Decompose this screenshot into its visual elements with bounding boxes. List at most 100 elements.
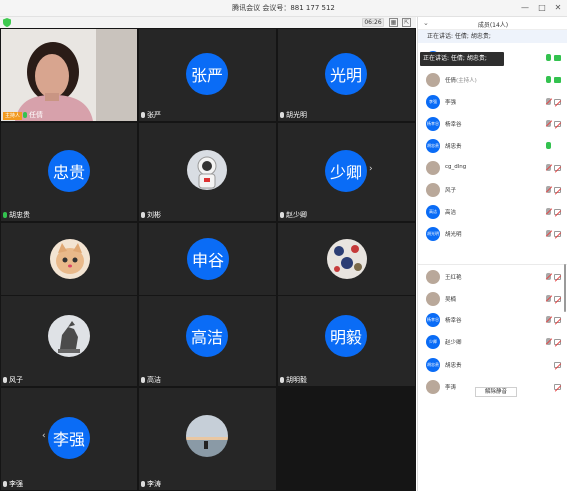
mic-muted-icon[interactable] bbox=[546, 338, 551, 345]
shield-icon[interactable] bbox=[3, 18, 11, 27]
camera-off-icon[interactable] bbox=[554, 384, 561, 390]
chevron-left-icon[interactable]: ‹ bbox=[42, 431, 46, 441]
avatar: 胡忠贵 bbox=[426, 358, 440, 372]
sunset-avatar bbox=[186, 415, 228, 457]
fullscreen-icon[interactable]: ⇱ bbox=[402, 18, 411, 27]
camera-off-icon[interactable] bbox=[554, 362, 561, 368]
window-title: 腾讯会议 会议号：881 177 512 bbox=[232, 4, 335, 12]
member-name-text: cg_dlng bbox=[445, 164, 467, 170]
avatar: 杨幸谷 bbox=[426, 117, 440, 131]
video-tile[interactable] bbox=[1, 223, 137, 295]
mic-on-icon[interactable] bbox=[546, 142, 551, 149]
video-tile[interactable]: 李强 ‹ 李强 bbox=[1, 388, 137, 490]
camera-off-icon[interactable] bbox=[554, 274, 561, 280]
speaking-tooltip: 正在讲话: 任倩; 胡忠贵; bbox=[420, 52, 504, 66]
video-tile[interactable]: 刘彬 bbox=[139, 123, 276, 221]
avatar bbox=[426, 183, 440, 197]
members-panel: ⌄ 成员(14人) 正在讲话: 任倩; 胡忠贵; 正在讲话: 任倩; 胡忠贵; … bbox=[417, 17, 567, 491]
video-tile[interactable]: 申谷 bbox=[139, 223, 276, 295]
tile-name-label: 胡忠贵 bbox=[3, 210, 30, 220]
camera-off-icon[interactable] bbox=[554, 231, 561, 237]
member-name-text: 杨幸谷 bbox=[445, 318, 462, 324]
member-row[interactable]: 胡忠贵 胡忠贵 bbox=[418, 354, 567, 376]
mic-muted-icon[interactable] bbox=[546, 230, 551, 237]
avatar: 光明 bbox=[325, 53, 367, 95]
member-row[interactable]: 少卿 赵少卿 bbox=[418, 331, 567, 353]
mic-muted-icon[interactable] bbox=[546, 208, 551, 215]
member-row[interactable]: 任倩(主持人) bbox=[418, 69, 567, 91]
maximize-icon[interactable]: □ bbox=[536, 2, 548, 14]
video-tile[interactable]: 光明 胡光明 bbox=[278, 29, 415, 121]
mic-muted-icon[interactable] bbox=[546, 186, 551, 193]
member-row[interactable]: 杨幸谷 杨幸谷 bbox=[418, 309, 567, 331]
member-name-text: 赵少卿 bbox=[445, 340, 462, 346]
video-tile[interactable]: 张严 张严 bbox=[139, 29, 276, 121]
camera-on-icon[interactable] bbox=[554, 55, 561, 61]
tile-name-label: 高洁 bbox=[141, 375, 161, 385]
gallery-view-icon[interactable]: ▦ bbox=[389, 18, 398, 27]
participant-name: 赵少卿 bbox=[286, 211, 307, 219]
avatar bbox=[426, 270, 440, 284]
scrollbar[interactable] bbox=[564, 264, 566, 312]
mic-muted-icon[interactable] bbox=[546, 295, 551, 302]
video-tile[interactable]: 高洁 高洁 bbox=[139, 296, 276, 386]
member-name: cg_dlng bbox=[445, 164, 466, 170]
camera-off-icon[interactable] bbox=[554, 296, 561, 302]
member-name: 赵少卿 bbox=[445, 338, 462, 346]
mic-muted-icon[interactable] bbox=[546, 164, 551, 171]
avatar: 张严 bbox=[186, 53, 228, 95]
video-tile[interactable]: 李涛 bbox=[139, 388, 276, 490]
video-tile[interactable]: 明毅 胡明毅 bbox=[278, 296, 415, 386]
unmute-all-button[interactable]: 解除静音 bbox=[475, 387, 517, 397]
chevron-right-icon[interactable]: › bbox=[369, 164, 373, 174]
member-row[interactable]: cg_dlng bbox=[418, 157, 567, 179]
camera-feed bbox=[1, 29, 137, 121]
video-tile[interactable] bbox=[278, 223, 415, 295]
member-row[interactable]: 王红艳 bbox=[418, 266, 567, 288]
participant-name: 李强 bbox=[9, 480, 23, 488]
camera-off-icon[interactable] bbox=[554, 209, 561, 215]
video-tile[interactable]: 忠贵 胡忠贵 bbox=[1, 123, 137, 221]
participant-name: 风子 bbox=[9, 376, 23, 384]
tile-name-label: 胡光明 bbox=[280, 110, 307, 120]
minimize-icon[interactable]: — bbox=[519, 2, 531, 14]
member-row[interactable]: 杨幸谷 杨幸谷 bbox=[418, 113, 567, 135]
member-name: 胡忠贵 bbox=[445, 142, 462, 150]
camera-on-icon[interactable] bbox=[554, 77, 561, 83]
video-tile[interactable]: 少卿 › 赵少卿 bbox=[278, 123, 415, 221]
member-row[interactable]: 风子 bbox=[418, 179, 567, 201]
member-name: 风子 bbox=[445, 186, 456, 194]
mic-icon bbox=[141, 481, 145, 487]
member-name: 李强 bbox=[445, 98, 456, 106]
mic-muted-icon[interactable] bbox=[546, 120, 551, 127]
camera-off-icon[interactable] bbox=[554, 317, 561, 323]
mic-muted-icon[interactable] bbox=[546, 98, 551, 105]
avatar: 李强 bbox=[426, 95, 440, 109]
member-row[interactable]: 李强 李强 bbox=[418, 91, 567, 113]
mic-on-icon[interactable] bbox=[546, 76, 551, 83]
avatar: 杨幸谷 bbox=[426, 313, 440, 327]
camera-off-icon[interactable] bbox=[554, 187, 561, 193]
member-row[interactable]: 高洁 高洁 bbox=[418, 201, 567, 223]
video-tile[interactable]: 风子 bbox=[1, 296, 137, 386]
mic-icon bbox=[3, 377, 7, 383]
member-name-text: 胡忠贵 bbox=[445, 363, 462, 369]
mic-icon bbox=[141, 377, 145, 383]
member-row[interactable]: 胡光明 胡光明 bbox=[418, 223, 567, 245]
mic-muted-icon[interactable] bbox=[546, 316, 551, 323]
mic-icon bbox=[280, 377, 284, 383]
member-name: 高洁 bbox=[445, 208, 456, 216]
mic-on-icon[interactable] bbox=[546, 54, 551, 61]
astronaut-avatar bbox=[187, 150, 227, 190]
mic-muted-icon[interactable] bbox=[546, 273, 551, 280]
member-row[interactable]: 吴楠 bbox=[418, 288, 567, 310]
close-icon[interactable]: ✕ bbox=[552, 2, 564, 14]
member-row[interactable]: 胡忠贵 胡忠贵 bbox=[418, 135, 567, 157]
tile-name-label: 风子 bbox=[3, 375, 23, 385]
camera-off-icon[interactable] bbox=[554, 99, 561, 105]
camera-off-icon[interactable] bbox=[554, 165, 561, 171]
camera-off-icon[interactable] bbox=[554, 121, 561, 127]
video-tile-camera[interactable]: 主持人 任倩 bbox=[1, 29, 137, 121]
camera-off-icon[interactable] bbox=[554, 339, 561, 345]
avatar: 李强 bbox=[48, 417, 90, 459]
